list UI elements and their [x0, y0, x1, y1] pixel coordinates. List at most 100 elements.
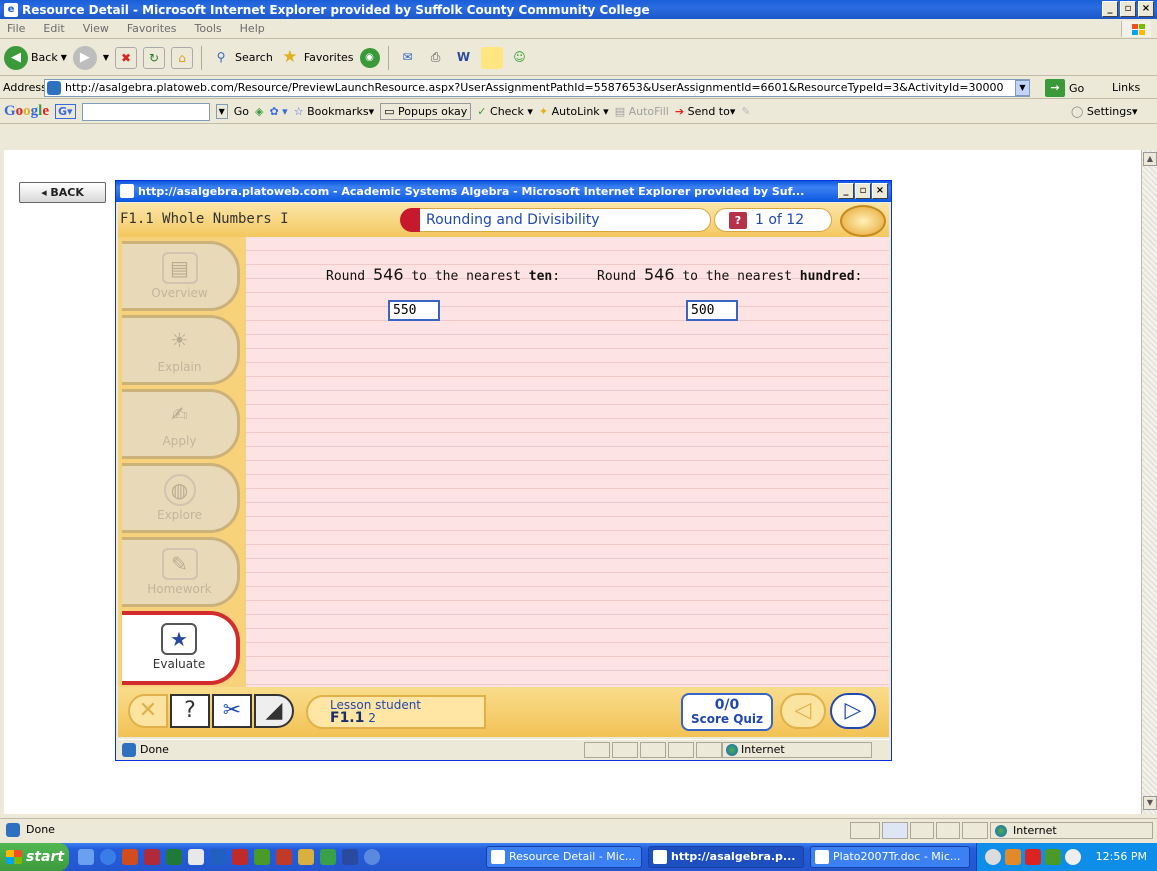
- google-logo[interactable]: Google: [4, 103, 49, 120]
- links-button[interactable]: Links: [1112, 81, 1140, 94]
- forward-button[interactable]: ▶: [72, 45, 97, 70]
- autofill-button[interactable]: ▤ AutoFill: [615, 105, 669, 118]
- task-plato-doc[interactable]: Plato2007Tr.doc - Mic...: [810, 846, 970, 868]
- settings-button[interactable]: ◯ Settings▾: [1071, 105, 1137, 118]
- back-link-button[interactable]: ◂ BACK: [19, 182, 106, 203]
- tray-icon-5[interactable]: [1065, 849, 1081, 865]
- popup-close-button[interactable]: ×: [872, 183, 888, 199]
- autolink-button[interactable]: ✦ AutoLink ▾: [539, 105, 609, 118]
- scroll-up-button[interactable]: ▲: [1143, 152, 1157, 166]
- favorites-button[interactable]: ★ Favorites: [279, 47, 353, 69]
- google-g-icon[interactable]: G▾: [55, 104, 76, 119]
- wand-icon: ✦: [538, 105, 549, 118]
- highlighter-icon[interactable]: ✎: [741, 105, 750, 118]
- menu-help[interactable]: Help: [237, 22, 268, 35]
- tray-icon-1[interactable]: [985, 849, 1001, 865]
- media-quicklaunch-icon[interactable]: [232, 849, 248, 865]
- popup-maximize-button[interactable]: ▫: [855, 183, 871, 199]
- home-button[interactable]: ⌂: [171, 46, 194, 69]
- app4-quicklaunch-icon[interactable]: [320, 849, 336, 865]
- close-button[interactable]: ×: [1138, 1, 1154, 17]
- calculator-quicklaunch-icon[interactable]: [188, 849, 204, 865]
- sendto-button[interactable]: ➔ Send to▾: [675, 105, 736, 118]
- tray-icon-4[interactable]: [1045, 849, 1061, 865]
- question-2-answer-input[interactable]: 500: [686, 300, 738, 321]
- popup-title: http://asalgebra.platoweb.com - Academic…: [138, 185, 805, 198]
- google-search-input[interactable]: [81, 102, 210, 121]
- bookmarks-star-icon: ☆: [293, 105, 304, 118]
- back-button[interactable]: ◀ Back ▼: [4, 45, 67, 70]
- task-resource-detail[interactable]: Resource Detail - Mic...: [486, 846, 642, 868]
- access-quicklaunch-icon[interactable]: [144, 849, 160, 865]
- menu-edit[interactable]: Edit: [40, 22, 67, 35]
- refresh-button[interactable]: ↻: [143, 46, 166, 69]
- spell-check-button[interactable]: ✓ Check ▾: [477, 105, 533, 118]
- minimize-button[interactable]: _: [1102, 1, 1118, 17]
- notes-button[interactable]: [480, 46, 503, 69]
- word-quicklaunch-icon[interactable]: [342, 849, 358, 865]
- messenger-button[interactable]: ☺: [509, 47, 531, 69]
- maximize-button[interactable]: ▫: [1120, 1, 1136, 17]
- print-button[interactable]: ⎙: [425, 47, 447, 69]
- page-done-icon: [6, 823, 20, 837]
- scroll-down-button[interactable]: ▼: [1143, 796, 1157, 810]
- sidebar-item-explain[interactable]: ☀ Explain: [122, 315, 240, 385]
- tray-icon-2[interactable]: [1005, 849, 1021, 865]
- office-quicklaunch-icon[interactable]: [122, 849, 138, 865]
- ftp-quicklaunch-icon[interactable]: [210, 849, 226, 865]
- sidebar-item-explore[interactable]: ◍ Explore: [122, 463, 240, 533]
- popups-button[interactable]: ▭ Popups okay: [380, 103, 472, 120]
- audio-button[interactable]: ◢: [254, 694, 294, 728]
- next-button[interactable]: ▷: [830, 693, 876, 729]
- question-area: Round 546 to the nearest ten: 550 Round …: [246, 237, 889, 687]
- menu-view[interactable]: View: [80, 22, 112, 35]
- app2-quicklaunch-icon[interactable]: [276, 849, 292, 865]
- stop-button[interactable]: ✖: [115, 46, 138, 69]
- cancel-button[interactable]: ✕: [128, 694, 168, 728]
- sendto-icon: ➔: [674, 105, 685, 118]
- menu-favorites[interactable]: Favorites: [124, 22, 180, 35]
- hand-writing-icon: ✍: [171, 402, 188, 426]
- popup-blocked-icon[interactable]: [882, 822, 908, 839]
- search-button[interactable]: ⚲ Search: [210, 47, 273, 69]
- sidebar-item-apply[interactable]: ✍ Apply: [122, 389, 240, 459]
- address-dropdown-button[interactable]: ▼: [1015, 80, 1030, 96]
- score-quiz-button[interactable]: 0/0 Score Quiz: [681, 693, 773, 731]
- menu-tools[interactable]: Tools: [192, 22, 225, 35]
- media-button[interactable]: ◉: [359, 47, 380, 68]
- page-count: 1 of 12: [755, 212, 805, 228]
- sidebar-item-overview[interactable]: ▤ Overview: [122, 241, 240, 311]
- address-input[interactable]: http://asalgebra.platoweb.com/Resource/P…: [44, 79, 1030, 97]
- tray-icon-3[interactable]: [1025, 849, 1041, 865]
- word-edit-button[interactable]: W: [453, 47, 475, 69]
- popup-minimize-button[interactable]: _: [838, 183, 854, 199]
- sidebar-item-homework[interactable]: ✎ Homework: [122, 537, 240, 607]
- vertical-scrollbar[interactable]: ▲ ▼: [1141, 150, 1157, 814]
- puzzle-icon[interactable]: ✿ ▾: [269, 105, 287, 118]
- help-button[interactable]: ?: [170, 694, 210, 728]
- tools-button[interactable]: ✂: [212, 694, 252, 728]
- google-go-button[interactable]: Go: [234, 105, 249, 118]
- help-quicklaunch-icon[interactable]: [364, 849, 380, 865]
- previous-button[interactable]: ◁: [780, 693, 826, 729]
- excel-quicklaunch-icon[interactable]: [166, 849, 182, 865]
- menu-knob-button[interactable]: [840, 205, 886, 237]
- quicklaunch-icon[interactable]: [78, 849, 94, 865]
- go-button[interactable]: → Go: [1045, 79, 1084, 97]
- bookmarks-button[interactable]: ☆ Bookmarks▾: [294, 105, 374, 118]
- google-search-dropdown[interactable]: ▼: [215, 104, 228, 119]
- start-button[interactable]: start: [0, 843, 69, 871]
- sidebar-item-evaluate[interactable]: ★ Evaluate: [122, 611, 240, 685]
- ie-quicklaunch-icon[interactable]: [100, 849, 116, 865]
- app-quicklaunch-icon[interactable]: [254, 849, 270, 865]
- globe-icon: [995, 825, 1007, 837]
- ie-icon: e: [4, 2, 18, 17]
- app3-quicklaunch-icon[interactable]: [298, 849, 314, 865]
- search-icon: ⚲: [216, 49, 226, 64]
- mail-button[interactable]: ✉: [397, 47, 419, 69]
- task-asalgebra[interactable]: http://asalgebra.p...: [648, 846, 804, 868]
- clock[interactable]: 12:56 PM: [1096, 843, 1147, 871]
- popup-title-bar: http://asalgebra.platoweb.com - Academic…: [116, 181, 891, 202]
- menu-file[interactable]: File: [4, 22, 28, 35]
- question-1-answer-input[interactable]: 550: [388, 300, 440, 321]
